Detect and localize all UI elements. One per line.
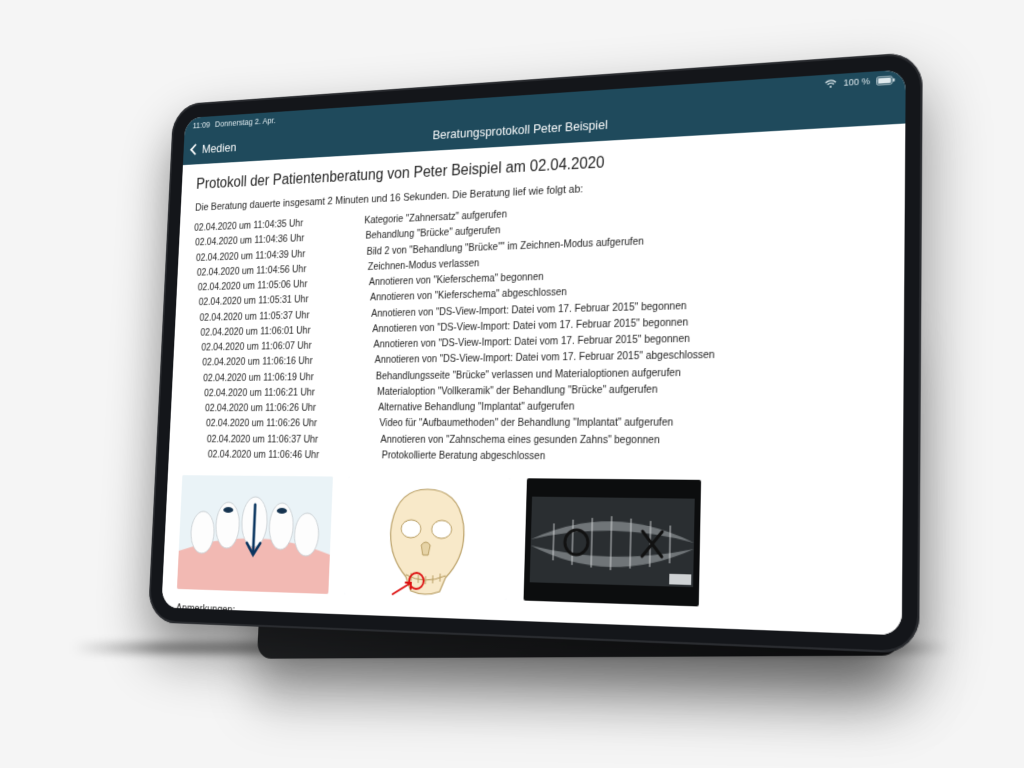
teeth-illustration-icon xyxy=(177,475,333,594)
log-row: 02.04.2020 um 11:06:46 UhrProtokollierte… xyxy=(183,447,884,467)
log-message: Annotieren von "DS-View-Import: Datei vo… xyxy=(374,349,714,366)
chevron-left-icon xyxy=(190,143,200,155)
xray-panorama-icon xyxy=(524,479,702,607)
activity-log: 02.04.2020 um 11:04:35 UhrKategorie "Zah… xyxy=(183,189,886,466)
device-mockup-scene: 11:09 Donnerstag 2. Apr. 100 % xyxy=(32,34,992,734)
tablet-frame: 11:09 Donnerstag 2. Apr. 100 % xyxy=(148,52,923,654)
log-timestamp: 02.04.2020 um 11:06:37 Uhr xyxy=(207,432,381,448)
status-date: Donnerstag 2. Apr. xyxy=(215,116,276,129)
log-timestamp: 02.04.2020 um 11:06:21 Uhr xyxy=(204,384,378,401)
log-timestamp: 02.04.2020 um 11:06:26 Uhr xyxy=(205,400,379,416)
log-row: 02.04.2020 um 11:06:26 UhrVideo für "Auf… xyxy=(184,414,884,432)
thumbnail-skull-illustration[interactable] xyxy=(344,477,510,600)
battery-icon xyxy=(876,75,895,86)
image-row xyxy=(177,475,884,613)
back-button[interactable]: Medien xyxy=(191,140,236,156)
log-timestamp: 02.04.2020 um 11:06:26 Uhr xyxy=(206,416,380,432)
thumbnail-xray-panorama[interactable] xyxy=(524,479,702,607)
back-button-label: Medien xyxy=(202,140,237,156)
log-timestamp: 02.04.2020 um 11:06:19 Uhr xyxy=(203,368,376,386)
document-body[interactable]: Protokoll der Patientenberatung von Pete… xyxy=(161,123,905,635)
log-message: Alternative Behandlung "Implantat" aufge… xyxy=(378,401,575,414)
log-message: Behandlungsseite "Brücke" verlassen und … xyxy=(376,366,681,382)
tablet-screen: 11:09 Donnerstag 2. Apr. 100 % xyxy=(161,69,905,635)
status-battery-text: 100 % xyxy=(843,76,870,88)
log-message: Zeichnen-Modus verlassen xyxy=(368,257,480,272)
log-message: Protokollierte Beratung abgeschlossen xyxy=(381,449,545,462)
status-time: 11:09 xyxy=(193,120,211,130)
log-timestamp: 02.04.2020 um 11:06:46 Uhr xyxy=(207,447,382,463)
log-message: Materialoption "Vollkeramik" der Behandl… xyxy=(377,383,658,397)
skull-illustration-icon xyxy=(344,477,510,600)
thumbnail-teeth-illustration[interactable] xyxy=(177,475,333,594)
log-message: Video für "Aufbaumethoden" der Behandlun… xyxy=(379,417,673,430)
log-message: Annotieren von "Zahnschema eines gesunde… xyxy=(380,434,660,446)
wifi-icon xyxy=(825,79,837,89)
